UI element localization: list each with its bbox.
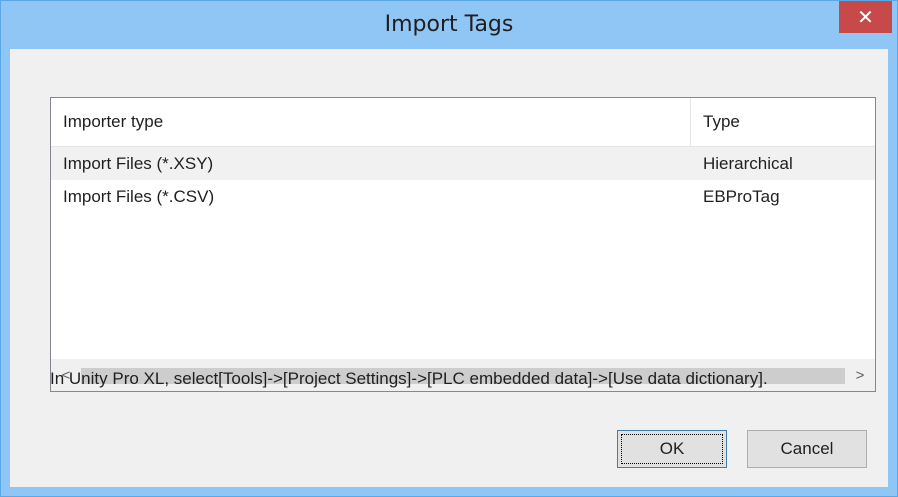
title-bar[interactable]: Import Tags ✕ — [1, 1, 897, 49]
list-item[interactable]: Import Files (*.CSV) EBProTag — [51, 180, 875, 213]
ok-button[interactable]: OK — [617, 430, 727, 468]
importer-cell: Import Files (*.CSV) — [63, 187, 215, 206]
column-header-type[interactable]: Type — [691, 98, 875, 146]
column-header-importer-type[interactable]: Importer type — [51, 98, 691, 146]
list-header: Importer type Type — [51, 98, 875, 147]
type-cell: EBProTag — [703, 187, 780, 206]
close-button[interactable]: ✕ — [839, 1, 892, 33]
importer-list[interactable]: Importer type Type Import Files (*.XSY) … — [50, 97, 876, 392]
importer-cell: Import Files (*.XSY) — [63, 154, 214, 173]
list-item[interactable]: Import Files (*.XSY) Hierarchical — [51, 147, 875, 180]
type-cell: Hierarchical — [703, 154, 793, 173]
ok-button-label: OK — [621, 434, 723, 464]
dialog-title: Import Tags — [384, 12, 514, 37]
close-icon: ✕ — [857, 5, 874, 29]
dialog-body: Importer type Type Import Files (*.XSY) … — [10, 49, 888, 487]
cancel-button[interactable]: Cancel — [747, 430, 867, 468]
import-tags-dialog: Import Tags ✕ Importer type Type Import … — [0, 0, 898, 497]
info-text: In Unity Pro XL, select[Tools]->[Project… — [50, 369, 768, 388]
